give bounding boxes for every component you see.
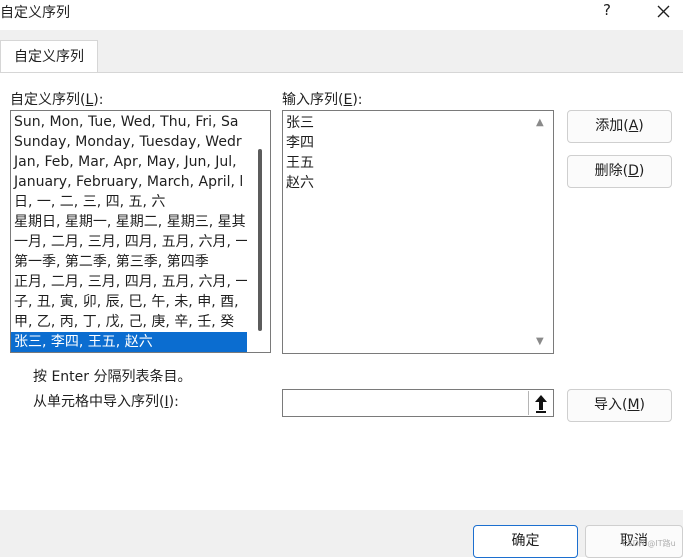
close-icon [657,5,670,18]
list-entries-label-key: E [343,92,353,108]
list-item[interactable]: Sun, Mon, Tue, Wed, Thu, Fri, Sa [11,112,247,132]
list-item[interactable]: Sunday, Monday, Tuesday, Wedr [11,132,247,152]
entry-line: 赵六 [286,175,314,191]
list-entries-textarea[interactable]: 张三 李四 王五 赵六 ▲ ▼ [282,110,554,354]
scroll-down-icon[interactable]: ▼ [536,336,544,347]
list-entries-label-text: 输入序列( [282,92,344,108]
title-bar: 自定义序列 ? [0,0,683,30]
list-item[interactable]: Jan, Feb, Mar, Apr, May, Jun, Jul, [11,152,247,172]
entry-line: 张三 [286,115,314,131]
listbox-scrollbar-thumb[interactable] [258,149,262,331]
list-item[interactable]: January, February, March, April, l [11,172,247,192]
add-button-suffix: ) [638,118,644,134]
import-label-text: 从单元格中导入序列( [33,394,165,410]
import-button-suffix: ) [639,397,646,413]
list-item[interactable]: 星期日, 星期一, 星期二, 星期三, 星其 [11,212,247,232]
tab-custom-lists[interactable]: 自定义序列 [0,40,98,72]
range-picker-button[interactable] [528,391,553,415]
import-button-label: 导入( [593,397,628,413]
add-button-label: 添加( [595,118,629,134]
list-item[interactable]: 一月, 二月, 三月, 四月, 五月, 六月, 一 [11,232,247,252]
list-item[interactable]: 甲, 乙, 丙, 丁, 戊, 己, 庚, 辛, 壬, 癸 [11,312,247,332]
upload-arrow-icon [535,395,547,413]
list-item[interactable]: 日, 一, 二, 三, 四, 五, 六 [11,192,247,212]
custom-lists-label-text: 自定义序列( [10,92,86,108]
scroll-up-icon[interactable]: ▲ [536,117,544,128]
delete-button-suffix: ) [638,163,645,179]
list-item-selected[interactable]: 张三, 李四, 王五, 赵六 [11,332,247,352]
delete-button-key: D [628,163,639,179]
custom-lists-label-suffix: ): [93,92,104,108]
import-range-value [283,395,286,411]
custom-lists-label: 自定义序列(L): [10,89,103,109]
list-entries-label: 输入序列(E): [282,89,363,109]
custom-lists-listbox[interactable]: Sun, Mon, Tue, Wed, Thu, Fri, Sa Sunday,… [10,110,271,353]
entry-line: 王五 [286,155,314,171]
entry-line: 李四 [286,135,314,151]
import-button[interactable]: 导入(M) [567,389,672,422]
import-label-suffix: ): [168,394,179,410]
list-item[interactable]: 正月, 二月, 三月, 四月, 五月, 六月, 一 [11,272,247,292]
import-button-key: M [627,397,640,413]
list-entries-label-suffix: ): [352,92,363,108]
delete-button-label: 删除( [594,163,629,179]
hint-text: 按 Enter 分隔列表条目。 [33,369,192,385]
dialog-footer [0,510,683,557]
watermark: CSDN @IT路u [622,539,676,548]
tab-strip: 自定义序列 [0,30,683,73]
delete-button[interactable]: 删除(D) [567,155,672,188]
import-range-input[interactable] [282,389,554,417]
list-item[interactable]: 第一季, 第二季, 第三季, 第四季 [11,252,247,272]
add-button-key: A [628,118,639,134]
ok-button[interactable]: 确定 [473,525,578,558]
import-label: 从单元格中导入序列(I): [33,391,179,411]
help-button[interactable]: ? [597,1,617,19]
window-title: 自定义序列 [0,5,70,21]
add-button[interactable]: 添加(A) [567,110,672,143]
list-item[interactable]: 子, 丑, 寅, 卯, 辰, 巳, 午, 未, 申, 酉, [11,292,247,312]
close-button[interactable] [650,0,676,26]
